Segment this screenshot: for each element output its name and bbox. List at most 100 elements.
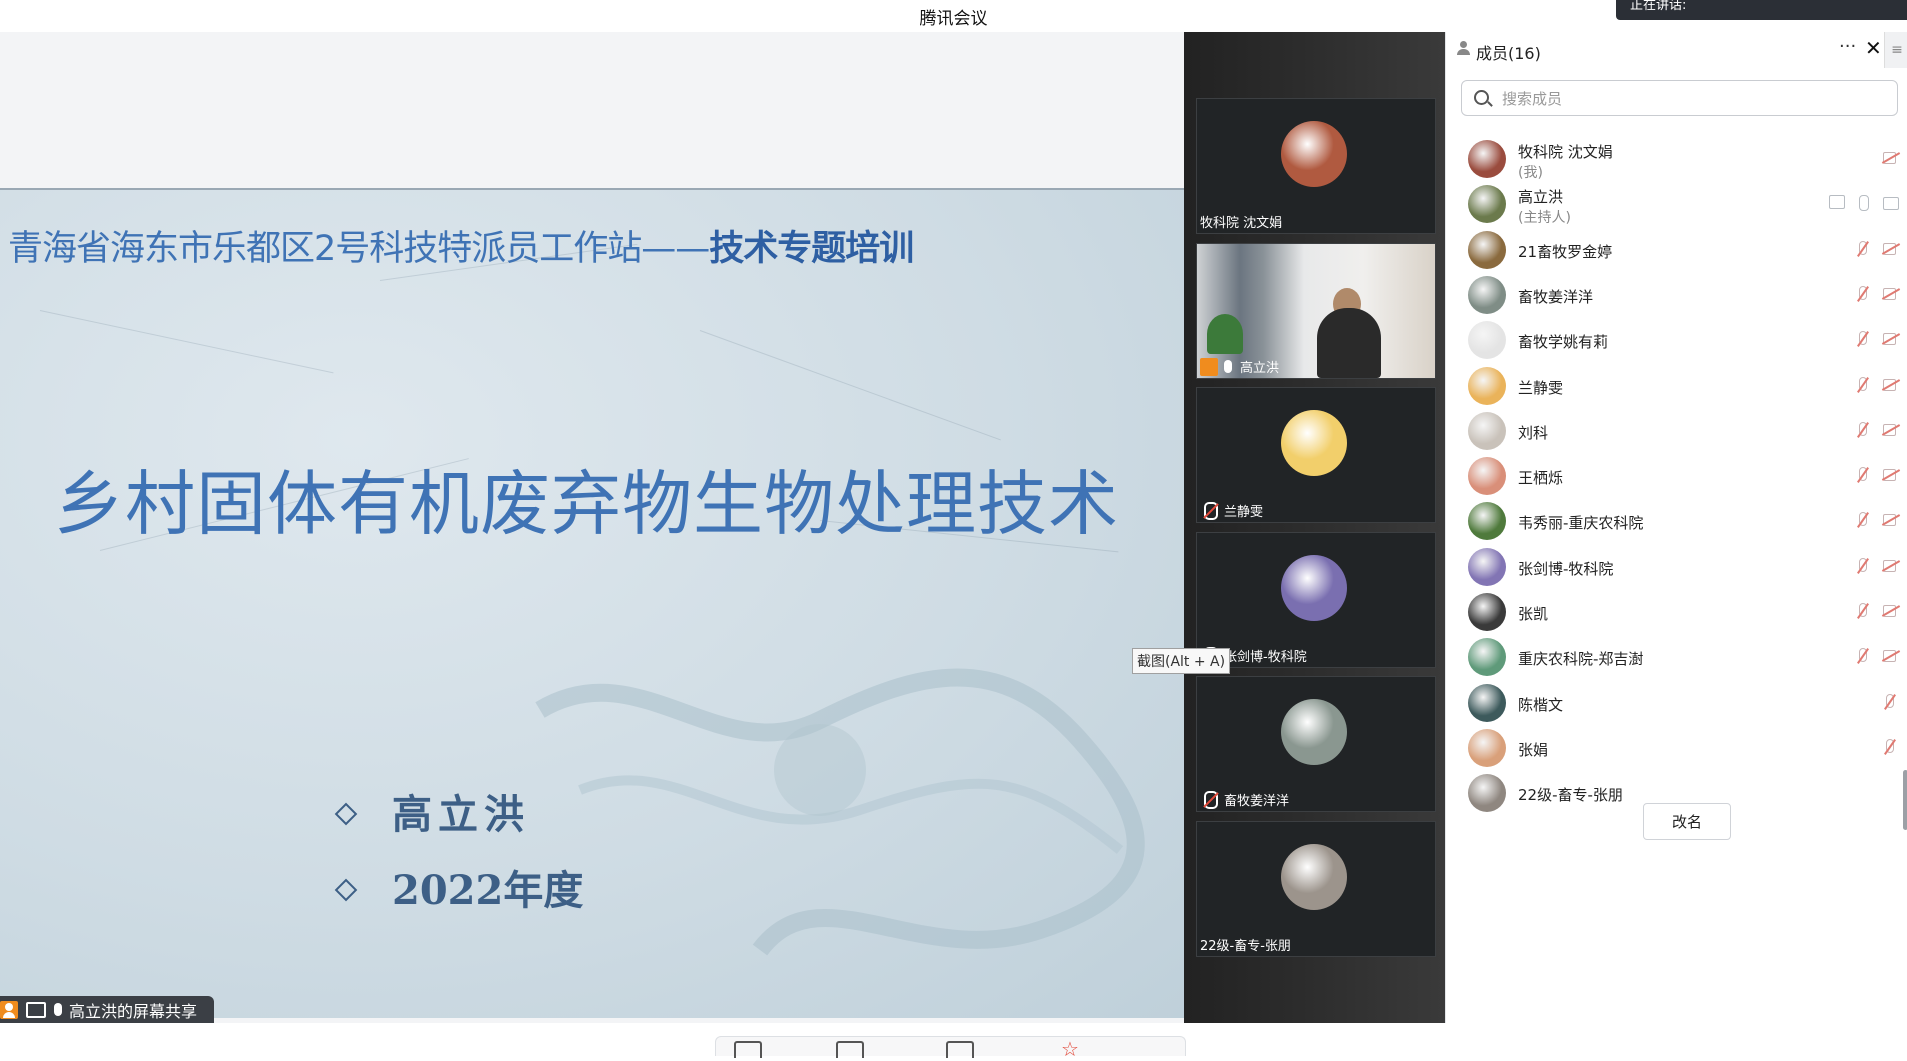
camera-off-icon[interactable]	[1883, 242, 1899, 255]
camera-off-icon[interactable]	[1883, 287, 1899, 300]
avatar	[1468, 728, 1506, 767]
member-name: 刘科	[1518, 423, 1549, 442]
slide-bullet: 2022年度	[334, 858, 584, 916]
avatar	[1468, 638, 1506, 677]
mic-muted-icon[interactable]	[1856, 467, 1868, 483]
avatar	[1281, 410, 1347, 476]
participant-name-text: 兰静雯	[1224, 505, 1264, 520]
members-panel-header: 成员(16) ··· ✕ ≡	[1446, 32, 1907, 68]
sidebar-toggle-icon[interactable]: ≡	[1884, 32, 1907, 68]
camera-off-icon[interactable]	[1883, 423, 1899, 436]
participant-name-text: 22级-畜专-张朋	[1200, 939, 1291, 954]
microphone-icon	[54, 1003, 62, 1016]
mic-muted-icon	[1204, 501, 1218, 520]
participant-tile[interactable]: 牧科院 沈文娟	[1196, 98, 1436, 234]
camera-off-icon[interactable]	[1883, 605, 1899, 617]
member-name: 张剑博-牧科院	[1518, 559, 1614, 578]
microphone-icon[interactable]	[1859, 195, 1869, 212]
member-name: 王栖烁	[1518, 469, 1564, 488]
search-members[interactable]	[1461, 80, 1898, 116]
members-icon	[1456, 41, 1470, 55]
mic-muted-icon[interactable]	[1856, 421, 1868, 438]
slide-header-bold: 技术专题培训	[709, 229, 914, 269]
mic-muted-icon[interactable]	[1883, 693, 1895, 710]
member-name: 21畜牧罗金婷	[1518, 242, 1613, 261]
participant-tile[interactable]: 22级-畜专-张朋	[1196, 821, 1436, 957]
avatar	[1281, 699, 1347, 765]
diamond-bullet-icon	[334, 878, 358, 902]
mic-muted-icon[interactable]	[1856, 285, 1868, 302]
mic-muted-icon[interactable]	[1856, 331, 1868, 347]
avatar	[1468, 230, 1506, 269]
participant-name-text: 畜牧姜洋洋	[1224, 794, 1290, 809]
member-name: 高立洪	[1518, 188, 1564, 207]
mic-muted-icon[interactable]	[1856, 557, 1868, 574]
participant-name: 兰静雯	[1200, 501, 1263, 520]
bullet-text: 2022年度	[392, 867, 584, 914]
meeting-toolbar: ☆	[715, 1036, 1186, 1059]
diamond-bullet-icon	[334, 802, 358, 826]
avatar	[1468, 275, 1506, 314]
avatar	[1468, 774, 1506, 813]
video-gallery: 牧科院 沈文娟 高立洪兰静雯张剑博-牧科院 畜牧姜洋洋 22级-畜专-张朋	[1184, 32, 1445, 1023]
chat-icon[interactable]	[734, 1041, 762, 1058]
mic-muted-icon[interactable]	[1856, 603, 1868, 619]
member-name: 牧科院 沈文娟	[1518, 143, 1613, 161]
camera-off-icon[interactable]	[1883, 333, 1899, 346]
avatar	[1468, 683, 1506, 722]
rename-button[interactable]: 改名	[1643, 803, 1731, 840]
camera-off-icon[interactable]	[1883, 559, 1899, 572]
title-bar: 腾讯会议 正在讲话:	[0, 0, 1907, 32]
search-input[interactable]	[1500, 87, 1884, 111]
member-name: 韦秀丽-重庆农科院	[1518, 514, 1644, 533]
camera-off-icon[interactable]	[1883, 514, 1899, 527]
screen-share-label: 高立洪的屏幕共享	[69, 1001, 198, 1021]
participant-name: 22级-畜专-张朋	[1200, 935, 1291, 954]
member-list-scrollbar[interactable]	[1903, 770, 1907, 830]
slide-bullet: 高立洪	[334, 782, 530, 840]
mic-muted-icon[interactable]	[1856, 512, 1868, 528]
camera-off-icon[interactable]	[1883, 650, 1899, 663]
video-feed	[1207, 314, 1243, 354]
members-title: 成员(16)	[1476, 44, 1541, 63]
star-icon[interactable]: ☆	[1061, 1039, 1079, 1059]
avatar	[1281, 555, 1347, 621]
camera-off-icon[interactable]	[1883, 378, 1899, 391]
participant-tile[interactable]: 高立洪	[1196, 243, 1436, 379]
slide-header-text: 青海省海东市乐都区2号科技特派员工作站——	[8, 229, 710, 269]
camera-off-icon[interactable]	[1883, 152, 1899, 164]
avatar	[1281, 844, 1347, 910]
avatar	[1468, 502, 1506, 541]
mic-muted-icon[interactable]	[1856, 240, 1868, 257]
ellipsis-icon[interactable]: ···	[1839, 36, 1856, 57]
mic-muted-icon[interactable]	[1856, 376, 1868, 393]
mic-muted-icon[interactable]	[1883, 738, 1895, 755]
participant-tile[interactable]: 兰静雯	[1196, 387, 1436, 523]
mic-muted-icon[interactable]	[1856, 648, 1868, 664]
avatar	[1468, 547, 1506, 586]
camera-off-icon[interactable]	[1883, 469, 1899, 482]
member-name: 陈楷文	[1518, 695, 1564, 714]
participant-tile[interactable]: 张剑博-牧科院	[1196, 532, 1436, 668]
participant-name: 畜牧姜洋洋	[1200, 790, 1289, 809]
avatar	[1468, 321, 1506, 360]
close-icon[interactable]: ✕	[1865, 36, 1882, 60]
member-name: 兰静雯	[1518, 378, 1564, 397]
avatar	[1468, 185, 1506, 224]
record-icon[interactable]	[836, 1041, 864, 1058]
settings-icon[interactable]	[946, 1041, 974, 1058]
presentation-slide: 青海省海东市乐都区2号科技特派员工作站——技术专题培训 乡村固体有机废弃物生物处…	[0, 188, 1184, 1018]
member-name: 张娟	[1518, 740, 1549, 759]
screen-share-indicator[interactable]: 高立洪的屏幕共享	[0, 996, 214, 1023]
screen-share-icon[interactable]	[1829, 195, 1845, 210]
slide-header: 青海省海东市乐都区2号科技特派员工作站——技术专题培训	[8, 220, 914, 271]
participant-tile[interactable]: 畜牧姜洋洋	[1196, 676, 1436, 812]
member-name: 畜牧姜洋洋	[1518, 287, 1594, 306]
screen-share-icon	[26, 1001, 46, 1018]
member-name: 重庆农科院-郑吉澍	[1518, 650, 1644, 669]
person-icon	[0, 1000, 18, 1019]
participant-name-text: 张剑博-牧科院	[1224, 650, 1307, 665]
camera-icon[interactable]	[1883, 197, 1899, 211]
avatar	[1468, 411, 1506, 450]
speaking-indicator: 正在讲话:	[1616, 0, 1907, 20]
